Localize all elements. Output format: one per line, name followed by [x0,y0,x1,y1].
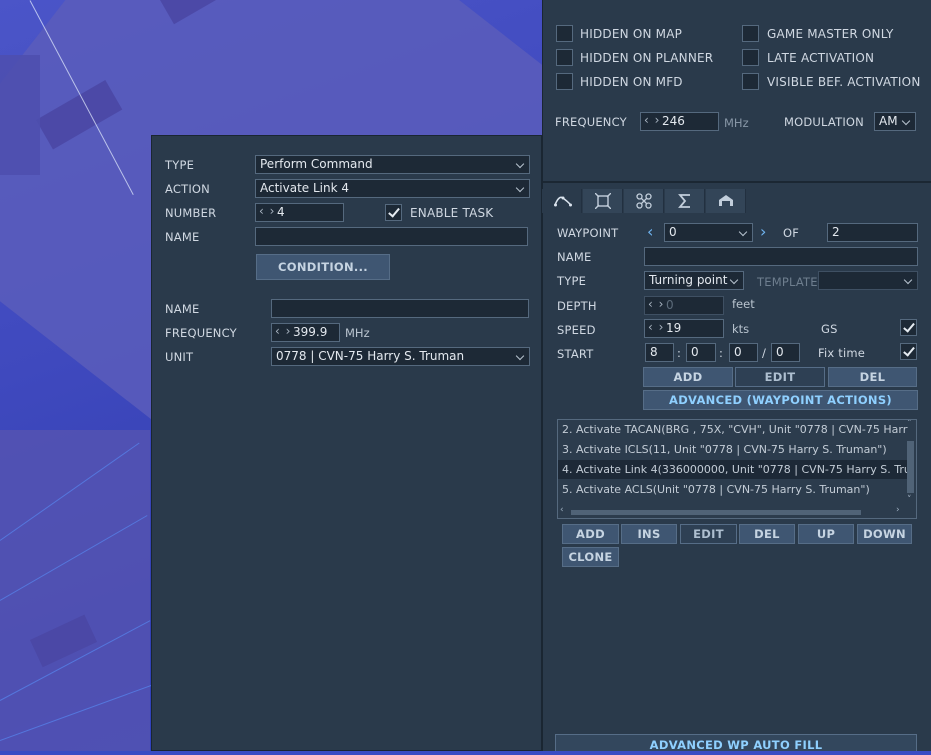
game-master-only-label: GAME MASTER ONLY [767,27,894,41]
template-select[interactable] [818,271,918,290]
target-icon [595,193,611,209]
depth-label: DEPTH [557,299,597,313]
time-separator: : [719,346,724,360]
add-waypoint-button[interactable]: ADD [643,367,733,387]
fix-time-label: Fix time [818,346,866,360]
insert-action-button[interactable]: INS [621,524,677,544]
time-separator: : [677,346,682,360]
list-item[interactable]: 4. Activate Link 4(336000000, Unit "0778… [558,460,907,479]
name2-label: NAME [165,302,200,316]
horizontal-scrollbar[interactable]: ‹ › [559,505,906,517]
type-label: TYPE [165,158,195,172]
task-type-select[interactable]: Perform Command [255,155,530,174]
edit-action-button[interactable]: EDIT [680,524,737,544]
visible-before-activation-checkbox[interactable] [742,73,759,90]
depth-unit: feet [732,297,755,311]
tab-payload[interactable] [624,189,664,213]
start-minute-input[interactable]: 0 [729,343,758,362]
name-label: NAME [165,230,200,244]
speed-unit: kts [732,322,750,336]
map-ship-hull [0,430,150,751]
route-icon [554,196,572,207]
move-up-button[interactable]: UP [798,524,854,544]
tab-hangar[interactable] [706,189,746,213]
task-number-spinner[interactable]: 4 [255,203,344,222]
speed-spinner[interactable]: 19 [644,319,724,338]
hidden-on-mfd-checkbox[interactable] [556,73,573,90]
waypoint-name-input[interactable] [644,247,918,266]
link4-frequency-spinner[interactable]: 399.9 [271,323,340,342]
sigma-icon [678,194,690,208]
delete-waypoint-button[interactable]: DEL [828,367,917,387]
start-day-input[interactable]: 8 [645,343,674,362]
template-label: TEMPLATE [757,275,818,289]
radio-frequency-label: FREQUENCY [555,115,627,129]
waypoint-type-select[interactable]: Turning point [644,271,744,290]
unit-select[interactable]: 0778 | CVN-75 Harry S. Truman [271,347,530,366]
action-label: ACTION [165,182,210,196]
waypoint-name-label: NAME [557,250,592,264]
advanced-waypoint-actions-button[interactable]: ADVANCED (WAYPOINT ACTIONS) [643,390,918,410]
task-action-select[interactable]: Activate Link 4 [255,179,530,198]
prev-waypoint-arrow[interactable]: ‹ [647,222,653,241]
hidden-on-planner-checkbox[interactable] [556,49,573,66]
fix-time-checkbox[interactable] [900,343,917,360]
list-item[interactable]: 5. Activate ACLS(Unit "0778 | CVN-75 Har… [562,480,908,499]
hidden-on-map-checkbox[interactable] [556,25,573,42]
edit-waypoint-button[interactable]: EDIT [735,367,825,387]
depth-spinner[interactable]: 0 [644,296,724,315]
task-name-input[interactable] [255,227,528,246]
modulation-select[interactable]: AM [874,112,916,131]
tab-route[interactable] [542,189,582,213]
advanced-wp-auto-fill-button[interactable]: ADVANCED WP AUTO FILL [555,734,917,752]
hidden-on-mfd-label: HIDDEN ON MFD [580,75,683,89]
speed-label: SPEED [557,323,596,337]
late-activation-label: LATE ACTIVATION [767,51,875,65]
delete-action-button[interactable]: DEL [739,524,795,544]
modulation-label: MODULATION [784,115,864,129]
waypoint-type-label: TYPE [557,274,587,288]
enable-task-label: ENABLE TASK [410,206,494,220]
waypoint-select[interactable]: 0 [664,223,753,242]
vertical-scrollbar[interactable]: ˄ ˅ [906,420,915,507]
add-action-button[interactable]: ADD [562,524,619,544]
time-separator: / [762,346,767,360]
radio-frequency-unit: MHz [724,116,749,130]
start-label: START [557,347,594,361]
clone-action-button[interactable]: CLONE [562,547,619,567]
number-label: NUMBER [165,206,217,220]
of-label: OF [783,226,800,240]
gs-checkbox[interactable] [900,319,917,336]
unit-label: UNIT [165,350,194,364]
late-activation-checkbox[interactable] [742,49,759,66]
frequency-unit: MHz [345,326,370,340]
list-item[interactable]: 3. Activate ICLS(11, Unit "0778 | CVN-75… [562,440,908,459]
waypoint-label: WAYPOINT [557,226,619,240]
waypoint-count: 2 [827,223,918,242]
next-waypoint-arrow[interactable]: › [760,222,766,241]
list-item[interactable]: 2. Activate TACAN(BRG , 75X, "CVH", Unit… [562,420,908,439]
game-master-only-checkbox[interactable] [742,25,759,42]
gs-label: GS [821,322,838,336]
frequency-label: FREQUENCY [165,326,237,340]
condition-button[interactable]: CONDITION... [256,254,390,280]
map-deck-structure [0,55,40,175]
waypoint-actions-list[interactable]: 2. Activate TACAN(BRG , 75X, "CVH", Unit… [557,419,917,519]
hangar-icon [719,195,733,206]
visible-before-activation-label: VISIBLE BEF. ACTIVATION [767,75,921,89]
start-hour-input[interactable]: 0 [686,343,716,362]
tab-triggered-actions[interactable] [583,189,623,213]
task-dialog: TYPE Perform Command ACTION Activate Lin… [151,135,542,751]
drone-icon [636,193,652,209]
hidden-on-planner-label: HIDDEN ON PLANNER [580,51,714,65]
enable-task-checkbox[interactable] [385,204,402,221]
tab-summary[interactable] [665,189,705,213]
start-second-input[interactable]: 0 [771,343,800,362]
hidden-on-map-label: HIDDEN ON MAP [580,27,683,41]
move-down-button[interactable]: DOWN [857,524,912,544]
radio-frequency-spinner[interactable]: 246 [640,112,719,131]
command-name-input[interactable] [271,299,529,318]
